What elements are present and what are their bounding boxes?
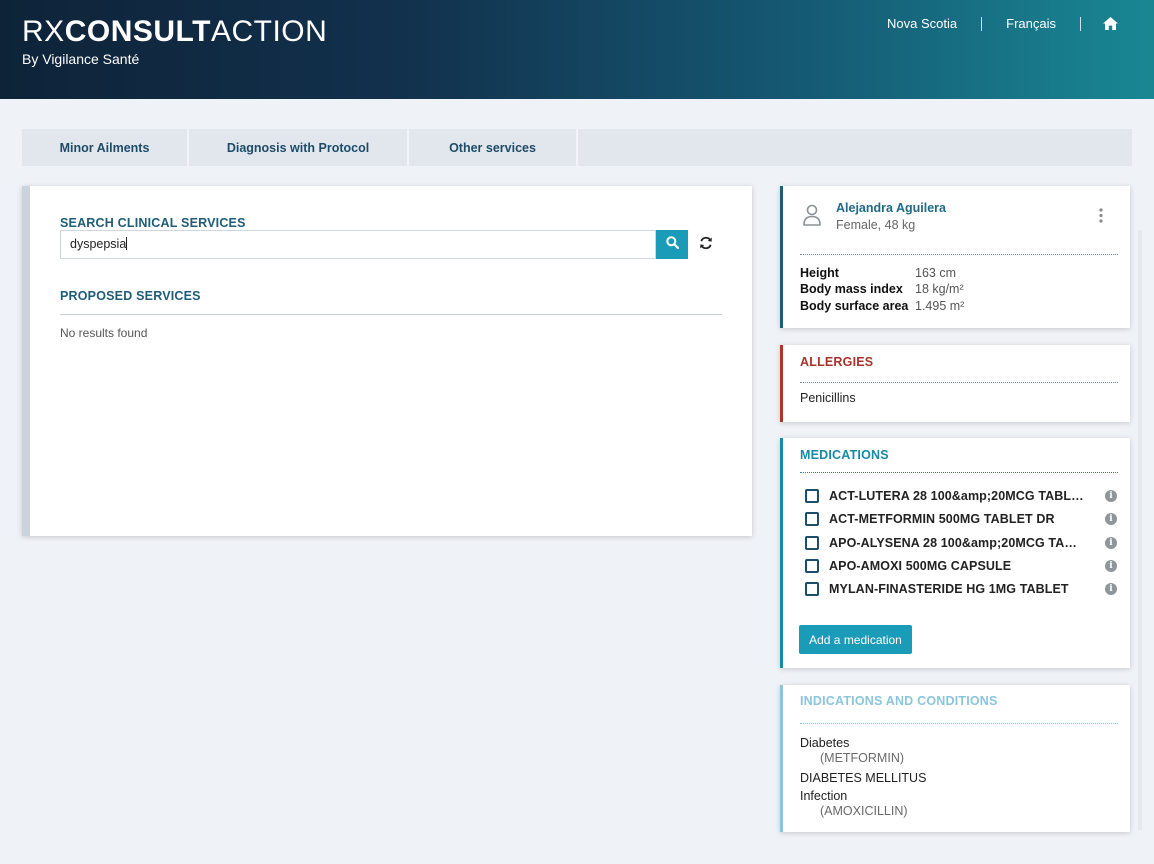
stat-label: Body surface area [800, 299, 909, 313]
medication-checkbox[interactable] [805, 536, 819, 550]
stat-label: Height [800, 266, 839, 280]
search-input[interactable]: dyspepsia [60, 230, 656, 259]
divider [60, 314, 722, 315]
nav-divider [1080, 16, 1081, 31]
stat-bsa: Body surface area 1.495 m² [800, 299, 964, 313]
scroll-track [1138, 230, 1142, 830]
home-icon[interactable] [1081, 17, 1118, 30]
more-options-icon[interactable] [1099, 208, 1103, 228]
user-avatar-icon [803, 204, 821, 231]
stat-value: 18 kg/m² [915, 282, 964, 296]
condition-drug: (AMOXICILLIN) [820, 804, 908, 818]
search-input-value: dyspepsia [70, 237, 127, 251]
condition-drug: (METFORMIN) [820, 751, 905, 765]
condition-name: DIABETES MELLITUS [800, 771, 927, 785]
medications-title: MEDICATIONS [800, 448, 889, 462]
refresh-icon[interactable] [698, 235, 716, 253]
stat-bmi: Body mass index 18 kg/m² [800, 282, 964, 296]
stat-height: Height 163 cm [800, 266, 956, 280]
service-tabs: Minor Ailments Diagnosis with Protocol O… [22, 129, 1132, 166]
app-logo: RXCONSULTACTION [22, 15, 328, 48]
medication-item: APO-AMOXI 500MG CAPSULE i [805, 559, 1117, 573]
tab-diagnosis-with-protocol[interactable]: Diagnosis with Protocol [189, 129, 409, 166]
divider [800, 472, 1118, 473]
province-link[interactable]: Nova Scotia [863, 16, 981, 31]
info-icon[interactable]: i [1105, 490, 1117, 502]
stat-value: 1.495 m² [915, 299, 965, 313]
proposed-services-title: PROPOSED SERVICES [60, 289, 201, 303]
medication-checkbox[interactable] [805, 489, 819, 503]
search-section-title: SEARCH CLINICAL SERVICES [60, 216, 246, 230]
medication-checkbox[interactable] [805, 559, 819, 573]
no-results-text: No results found [60, 326, 148, 340]
brand-subtitle: By Vigilance Santé [22, 51, 140, 67]
medication-name: ACT-LUTERA 28 100&amp;20MCG TABLET [829, 489, 1085, 503]
medication-item: ACT-LUTERA 28 100&amp;20MCG TABLET i [805, 489, 1117, 503]
tab-other-services[interactable]: Other services [409, 129, 578, 166]
allergies-title: ALLERGIES [800, 355, 874, 369]
medication-name: APO-ALYSENA 28 100&amp;20MCG TABLET [829, 536, 1085, 550]
info-icon[interactable]: i [1105, 583, 1117, 595]
brand[interactable]: RXCONSULTACTION By Vigilance Santé [22, 14, 327, 67]
indications-card: INDICATIONS AND CONDITIONS Diabetes (MET… [780, 685, 1130, 832]
patient-name[interactable]: Alejandra Aguilera [836, 201, 946, 215]
info-icon[interactable]: i [1105, 513, 1117, 525]
divider [800, 382, 1118, 383]
patient-info: Female, 48 kg [836, 218, 916, 232]
add-medication-button[interactable]: Add a medication [799, 625, 912, 654]
app-header: RXCONSULTACTION By Vigilance Santé Nova … [0, 0, 1154, 99]
text-cursor [126, 237, 128, 250]
search-button[interactable] [656, 230, 688, 259]
info-icon[interactable]: i [1105, 560, 1117, 572]
allergy-item: Penicillins [800, 391, 856, 405]
medication-checkbox[interactable] [805, 512, 819, 526]
medications-card: MEDICATIONS ACT-LUTERA 28 100&amp;20MCG … [780, 438, 1130, 668]
indications-title: INDICATIONS AND CONDITIONS [800, 694, 998, 708]
medication-item: ACT-METFORMIN 500MG TABLET DR i [805, 512, 1117, 526]
stat-label: Body mass index [800, 282, 903, 296]
medication-name: ACT-METFORMIN 500MG TABLET DR [829, 512, 1055, 526]
patient-card: Alejandra Aguilera Female, 48 kg Height 1… [780, 186, 1130, 328]
nav-divider [981, 16, 983, 31]
tab-minor-ailments[interactable]: Minor Ailments [22, 129, 189, 166]
medication-checkbox[interactable] [805, 582, 819, 596]
condition-name: Diabetes [800, 736, 850, 750]
medication-item: APO-ALYSENA 28 100&amp;20MCG TABLET i [805, 536, 1117, 550]
search-panel: SEARCH CLINICAL SERVICES dyspepsia PROPO… [22, 186, 752, 536]
divider [800, 254, 1118, 255]
medication-item: MYLAN-FINASTERIDE HG 1MG TABLET i [805, 582, 1117, 596]
language-link[interactable]: Français [982, 16, 1080, 31]
condition-name: Infection [800, 789, 848, 803]
info-icon[interactable]: i [1105, 537, 1117, 549]
medication-name: MYLAN-FINASTERIDE HG 1MG TABLET [829, 582, 1069, 596]
search-icon [665, 235, 679, 254]
allergies-card: ALLERGIES Penicillins [780, 345, 1130, 422]
stat-value: 163 cm [915, 266, 956, 280]
divider [800, 723, 1118, 724]
top-nav: Nova Scotia Français [863, 16, 1118, 31]
medication-name: APO-AMOXI 500MG CAPSULE [829, 559, 1012, 573]
